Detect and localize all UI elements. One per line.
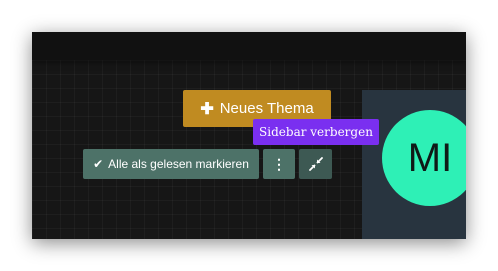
sidebar-toggle-tooltip: Sidebar verbergen [253, 119, 379, 145]
collapse-sidebar-button[interactable] [299, 149, 332, 179]
plus-icon: ✚ [200, 100, 214, 118]
avatar[interactable]: MI [382, 110, 466, 206]
vertical-ellipsis-icon: ⋮ [272, 155, 286, 172]
app-window: ✚ Neues Thema ✔ Alle als gelesen markier… [32, 32, 466, 239]
more-options-button[interactable]: ⋮ [263, 149, 295, 179]
tooltip-text: Sidebar verbergen [259, 125, 373, 139]
avatar-initials: MI [407, 135, 453, 180]
mark-all-read-button[interactable]: ✔ Alle als gelesen markieren [83, 149, 259, 179]
top-bar [32, 32, 466, 60]
sidebar-panel: MI [362, 90, 466, 239]
check-icon: ✔ [93, 157, 104, 171]
compress-arrows-icon [308, 157, 323, 171]
new-topic-label: Neues Thema [219, 100, 314, 117]
mark-all-read-label: Alle als gelesen markieren [108, 157, 249, 171]
